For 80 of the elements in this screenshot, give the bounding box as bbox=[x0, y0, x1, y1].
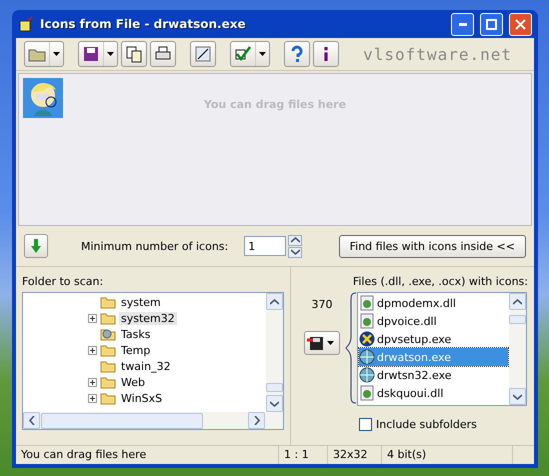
horizontal-scrollbar[interactable] bbox=[23, 412, 283, 429]
min-icons-label: Minimum number of icons: bbox=[81, 240, 228, 252]
maximize-button[interactable] bbox=[480, 12, 503, 36]
tree-item[interactable]: system32 bbox=[119, 312, 177, 324]
toolbar-button[interactable] bbox=[190, 41, 216, 67]
globe-icon bbox=[359, 349, 375, 365]
folder-icon bbox=[100, 343, 116, 357]
icon-tile[interactable] bbox=[23, 78, 63, 118]
floppy-icon bbox=[307, 335, 325, 351]
tree-item[interactable]: twain_32 bbox=[119, 360, 173, 372]
folder-icon bbox=[100, 375, 116, 389]
toolbar-button[interactable] bbox=[230, 41, 270, 67]
vertical-scrollbar[interactable] bbox=[509, 293, 526, 405]
close-button[interactable] bbox=[509, 12, 532, 36]
expand-icon[interactable] bbox=[88, 314, 97, 322]
floppy-icon bbox=[82, 45, 100, 63]
minimize-button[interactable] bbox=[451, 12, 474, 36]
files-label: Files (.dll, .exe, .ocx) with icons: bbox=[352, 275, 528, 288]
tree-item[interactable]: Tasks bbox=[119, 328, 152, 340]
file-item[interactable]: dskquoui.dll bbox=[359, 384, 508, 402]
tree-item[interactable]: Temp bbox=[119, 344, 152, 356]
save-dropdown-button[interactable] bbox=[304, 331, 340, 355]
x-circle-icon bbox=[359, 331, 375, 347]
scroll-thumb[interactable] bbox=[509, 314, 526, 324]
file-item[interactable]: dpvsetup.exe bbox=[359, 330, 508, 348]
status-text: 4 bit(s) bbox=[382, 446, 513, 464]
file-icon bbox=[359, 385, 375, 401]
folder-tree[interactable]: system system32 Tasks Temp twain_32 Web WinSxS bbox=[22, 292, 284, 430]
toolbar-button[interactable] bbox=[313, 41, 339, 67]
brace-icon bbox=[345, 292, 357, 404]
tree-item[interactable]: Web bbox=[119, 376, 147, 388]
file-icon bbox=[359, 313, 375, 329]
copy-icon bbox=[125, 45, 143, 63]
down-arrow-button[interactable] bbox=[24, 234, 48, 258]
scroll-thumb[interactable] bbox=[266, 383, 283, 392]
status-text: You can drag files here bbox=[16, 446, 279, 464]
brand-text: vlsoftware.net bbox=[363, 44, 512, 64]
file-count: 370 bbox=[312, 298, 332, 311]
folder-icon bbox=[100, 311, 116, 325]
file-item[interactable]: drwtsn32.exe bbox=[359, 366, 508, 384]
checkmark-icon bbox=[234, 45, 252, 63]
expand-icon[interactable] bbox=[88, 394, 97, 402]
close-icon bbox=[515, 18, 526, 30]
caret-icon bbox=[107, 52, 114, 56]
expand-icon[interactable] bbox=[88, 378, 97, 386]
file-item[interactable]: dpvoice.dll bbox=[359, 312, 508, 330]
minimize-icon bbox=[458, 22, 466, 26]
spinner[interactable] bbox=[288, 234, 302, 258]
vertical-scrollbar[interactable] bbox=[266, 293, 283, 412]
file-list[interactable]: dpmodemx.dll dpvoice.dll dpvsetup.exe drwatson.exe drwtsn32.exe dskquoui.dll bbox=[357, 292, 527, 406]
resize-icon bbox=[194, 45, 212, 63]
toolbar-button[interactable] bbox=[150, 41, 176, 67]
scroll-thumb[interactable] bbox=[41, 412, 203, 428]
toolbar-button[interactable] bbox=[121, 41, 147, 67]
caret-icon bbox=[53, 52, 60, 56]
maximize-icon bbox=[486, 18, 497, 30]
status-text: 1 : 1 bbox=[279, 446, 328, 464]
folder-label: Folder to scan: bbox=[22, 275, 104, 288]
caret-icon bbox=[259, 52, 266, 56]
globe-icon bbox=[359, 367, 375, 383]
info-icon bbox=[324, 47, 328, 61]
status-text: 32x32 bbox=[328, 446, 382, 464]
include-subfolders-checkbox[interactable] bbox=[359, 418, 372, 431]
expand-icon[interactable] bbox=[88, 346, 97, 354]
file-icon bbox=[359, 295, 375, 311]
tree-item[interactable]: system bbox=[119, 296, 163, 308]
box-icon bbox=[18, 16, 34, 32]
file-item[interactable]: dpmodemx.dll bbox=[359, 294, 508, 312]
folder-icon bbox=[100, 295, 116, 309]
folder-icon bbox=[100, 359, 116, 373]
folder-icon bbox=[100, 391, 116, 405]
include-subfolders-label: Include subfolders bbox=[376, 418, 477, 431]
toolbar-button[interactable] bbox=[78, 41, 118, 67]
caret-icon bbox=[327, 341, 334, 345]
min-icons-field[interactable]: 1 bbox=[244, 236, 286, 256]
window-title: Icons from File - drwatson.exe bbox=[40, 17, 247, 31]
find-files-button[interactable]: Find files with icons inside << bbox=[338, 234, 526, 258]
down-arrow-icon bbox=[31, 239, 41, 253]
tasks-folder-icon bbox=[100, 327, 116, 341]
tree-item[interactable]: WinSxS bbox=[119, 392, 164, 404]
